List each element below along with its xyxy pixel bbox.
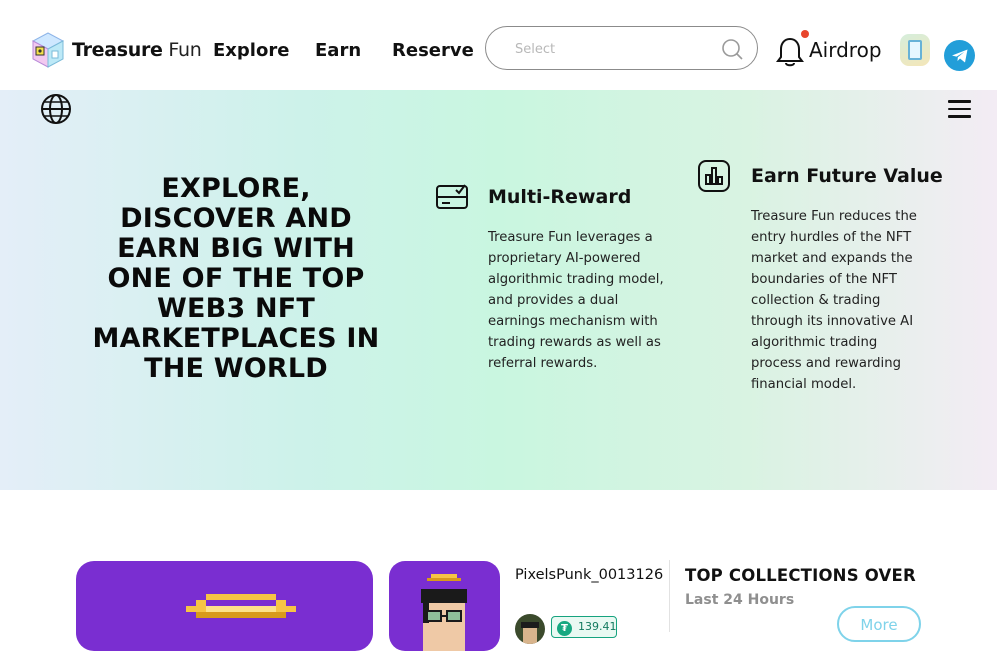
tether-icon: ₮ (557, 621, 572, 636)
section-divider (669, 560, 670, 632)
reward-card-icon (436, 184, 468, 209)
telegram-icon[interactable] (944, 40, 975, 71)
airdrop-link[interactable]: Airdrop (809, 38, 882, 62)
top-collections-title: TOP COLLECTIONS OVER (685, 566, 916, 585)
hero-section: EXPLORE, DISCOVER AND EARN BIG WITH ONE … (0, 90, 997, 490)
nav-reserve[interactable]: Reserve (392, 40, 474, 61)
app-download-icon[interactable] (900, 34, 930, 66)
halo-pixel-art (186, 594, 296, 618)
feature-text-earn-future-value: Treasure Fun reduces the entry hurdles o… (751, 209, 917, 392)
bell-icon[interactable] (776, 36, 804, 68)
owner-avatar[interactable] (515, 614, 545, 644)
chart-bars-icon (698, 160, 730, 192)
hero-headline: EXPLORE, DISCOVER AND EARN BIG WITH ONE … (92, 173, 380, 384)
feature-title-multi-reward: Multi-Reward (488, 186, 632, 208)
top-collections-period: Last 24 Hours (685, 592, 795, 608)
feature-text-multi-reward: Treasure Fun leverages a proprietary AI-… (488, 230, 664, 371)
brand-name-light: Fun (168, 39, 202, 61)
price-badge: ₮ 139.41 (551, 616, 617, 638)
nav-earn[interactable]: Earn (315, 40, 361, 61)
search-input[interactable] (513, 37, 707, 61)
notification-dot (801, 30, 809, 38)
nft-name[interactable]: PixelsPunk_0013126 (515, 564, 665, 586)
nav-explore[interactable]: Explore (213, 40, 289, 61)
featured-banner-card[interactable] (76, 561, 373, 651)
feature-title-earn-future-value: Earn Future Value (751, 165, 943, 187)
price-value: 139.41 (578, 620, 617, 633)
brand-name-bold: Treasure (72, 39, 163, 61)
nft-thumbnail[interactable] (389, 561, 500, 651)
pixel-punk-image (421, 574, 467, 651)
treasure-cube-logo-icon (31, 32, 65, 68)
more-button[interactable]: More (837, 606, 921, 642)
site-header: Treasure Fun Explore Earn Reserve Airdro… (0, 6, 997, 90)
globe-icon[interactable] (40, 93, 72, 125)
hamburger-menu-icon[interactable] (948, 100, 972, 120)
brand-logo[interactable]: Treasure Fun (30, 30, 202, 70)
search-box[interactable] (485, 26, 758, 70)
search-icon[interactable] (721, 38, 743, 60)
